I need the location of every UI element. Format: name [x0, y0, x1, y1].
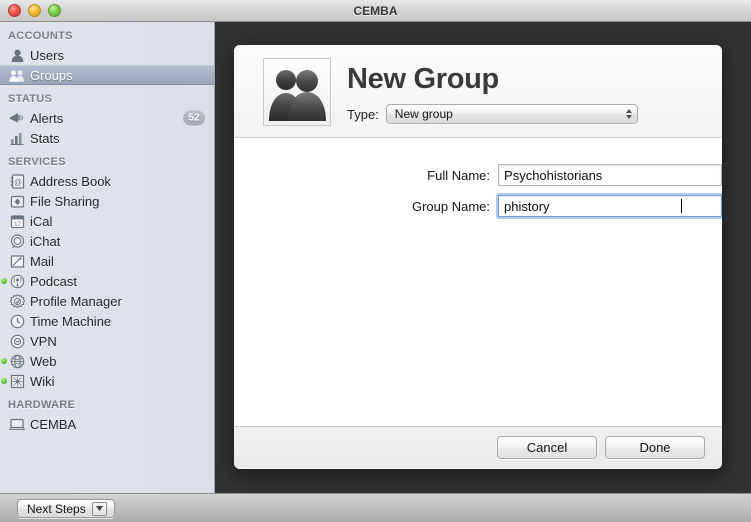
window-title: CEMBA [353, 4, 398, 18]
sidebar-item-users[interactable]: Users [0, 45, 214, 65]
service-running-indicator [1, 278, 7, 284]
cancel-button[interactable]: Cancel [497, 436, 597, 459]
sidebar-item-label: File Sharing [30, 193, 100, 209]
sidebar-item-label: Time Machine [30, 313, 112, 329]
content-area: New Group Type: New group Full Name: Psy… [216, 22, 751, 493]
group-type-label: Type: [347, 106, 379, 122]
sidebar-item-vpn[interactable]: VPN [0, 331, 214, 351]
service-running-indicator [1, 378, 7, 384]
full-name-label: Full Name: [427, 167, 491, 183]
chevron-down-icon [91, 501, 107, 516]
sidebar-section-header: HARDWARE [8, 399, 76, 411]
stepper-arrows-icon [625, 109, 632, 119]
sidebar-item-cemba[interactable]: CEMBA [0, 414, 214, 434]
groups-icon [9, 67, 25, 83]
sidebar-item-label: VPN [30, 333, 57, 349]
vpn-icon [9, 333, 25, 349]
sidebar-item-label: Profile Manager [30, 293, 122, 309]
group-type-select[interactable]: New group [385, 104, 638, 124]
new-group-sheet: New Group Type: New group Full Name: Psy… [234, 45, 722, 469]
sidebar-item-ichat[interactable]: iChat [0, 231, 214, 251]
sidebar-item-label: Alerts [30, 110, 64, 126]
sidebar-item-label: Mail [30, 253, 54, 269]
sidebar-item-web[interactable]: Web [0, 351, 214, 371]
gear-icon [9, 293, 25, 309]
sidebar-item-label: Podcast [30, 273, 77, 289]
sidebar-item-ical[interactable]: 17 iCal [0, 211, 214, 231]
sidebar-item-label: CEMBA [30, 416, 77, 432]
sidebar-item-groups[interactable]: Groups [0, 65, 214, 85]
sidebar-item-alerts[interactable]: Alerts 52 [0, 108, 214, 128]
title-bar: CEMBA [0, 0, 751, 22]
status-badge: 52 [183, 110, 205, 126]
sidebar-item-podcast[interactable]: Podcast [0, 271, 214, 291]
next-steps-button[interactable]: Next Steps [17, 499, 115, 518]
sidebar-item-wiki[interactable]: Wiki [0, 371, 214, 391]
sidebar[interactable]: ACCOUNTS Users Groups STATUS Alerts 52 Stats SE… [0, 22, 215, 493]
svg-text:17: 17 [14, 222, 21, 228]
address-book-icon: @ [9, 173, 25, 189]
globe-icon [9, 353, 25, 369]
next-steps-label: Next Steps [27, 501, 86, 516]
group-avatar-icon[interactable] [263, 58, 331, 126]
sidebar-item-address-book[interactable]: @ Address Book [0, 171, 214, 191]
server-admin-window: CEMBA ACCOUNTS Users Groups STATUS Alerts 52 S… [0, 0, 751, 522]
group-name-input[interactable] [498, 195, 722, 217]
wiki-icon [9, 373, 25, 389]
sidebar-item-label: Web [30, 353, 57, 369]
sidebar-item-file-sharing[interactable]: File Sharing [0, 191, 214, 211]
mail-icon [9, 253, 25, 269]
group-name-label: Group Name: [411, 198, 491, 214]
sidebar-item-label: Groups [30, 67, 73, 83]
sidebar-section-header: ACCOUNTS [8, 30, 73, 42]
sidebar-item-stats[interactable]: Stats [0, 128, 214, 148]
service-running-indicator [1, 358, 7, 364]
sidebar-item-label: iChat [30, 233, 61, 249]
megaphone-icon [9, 110, 25, 126]
sidebar-section-header: SERVICES [8, 156, 66, 168]
bar-chart-icon [9, 130, 25, 146]
sidebar-item-label: Wiki [30, 373, 55, 389]
text-caret [681, 199, 682, 213]
sidebar-item-label: Users [30, 47, 64, 63]
file-sharing-icon [9, 193, 25, 209]
calendar-icon: 17 [9, 213, 25, 229]
sheet-footer: Cancel Done [234, 426, 722, 468]
svg-text:@: @ [13, 178, 21, 187]
chat-bubble-icon [9, 233, 25, 249]
full-name-input[interactable] [498, 164, 722, 186]
sidebar-item-label: Address Book [30, 173, 111, 189]
clock-icon [9, 313, 25, 329]
sidebar-section-header: STATUS [8, 93, 53, 105]
bottom-toolbar: Next Steps [0, 493, 751, 522]
group-type-value: New group [394, 107, 453, 121]
user-icon [9, 47, 25, 63]
sidebar-item-profile-manager[interactable]: Profile Manager [0, 291, 214, 311]
group-name-row: Group Name: [234, 195, 722, 217]
podcast-icon [9, 273, 25, 289]
sidebar-item-mail[interactable]: Mail [0, 251, 214, 271]
sheet-title: New Group [347, 63, 499, 95]
sidebar-item-label: Stats [30, 130, 60, 146]
sheet-body: Full Name: Group Name: [234, 138, 722, 426]
laptop-icon [9, 416, 25, 432]
sidebar-item-label: iCal [30, 213, 53, 229]
sheet-header: New Group Type: New group [234, 45, 722, 138]
full-name-row: Full Name: [234, 164, 722, 186]
group-type-row: Type: New group [347, 104, 638, 124]
sidebar-item-time-machine[interactable]: Time Machine [0, 311, 214, 331]
done-button[interactable]: Done [605, 436, 705, 459]
